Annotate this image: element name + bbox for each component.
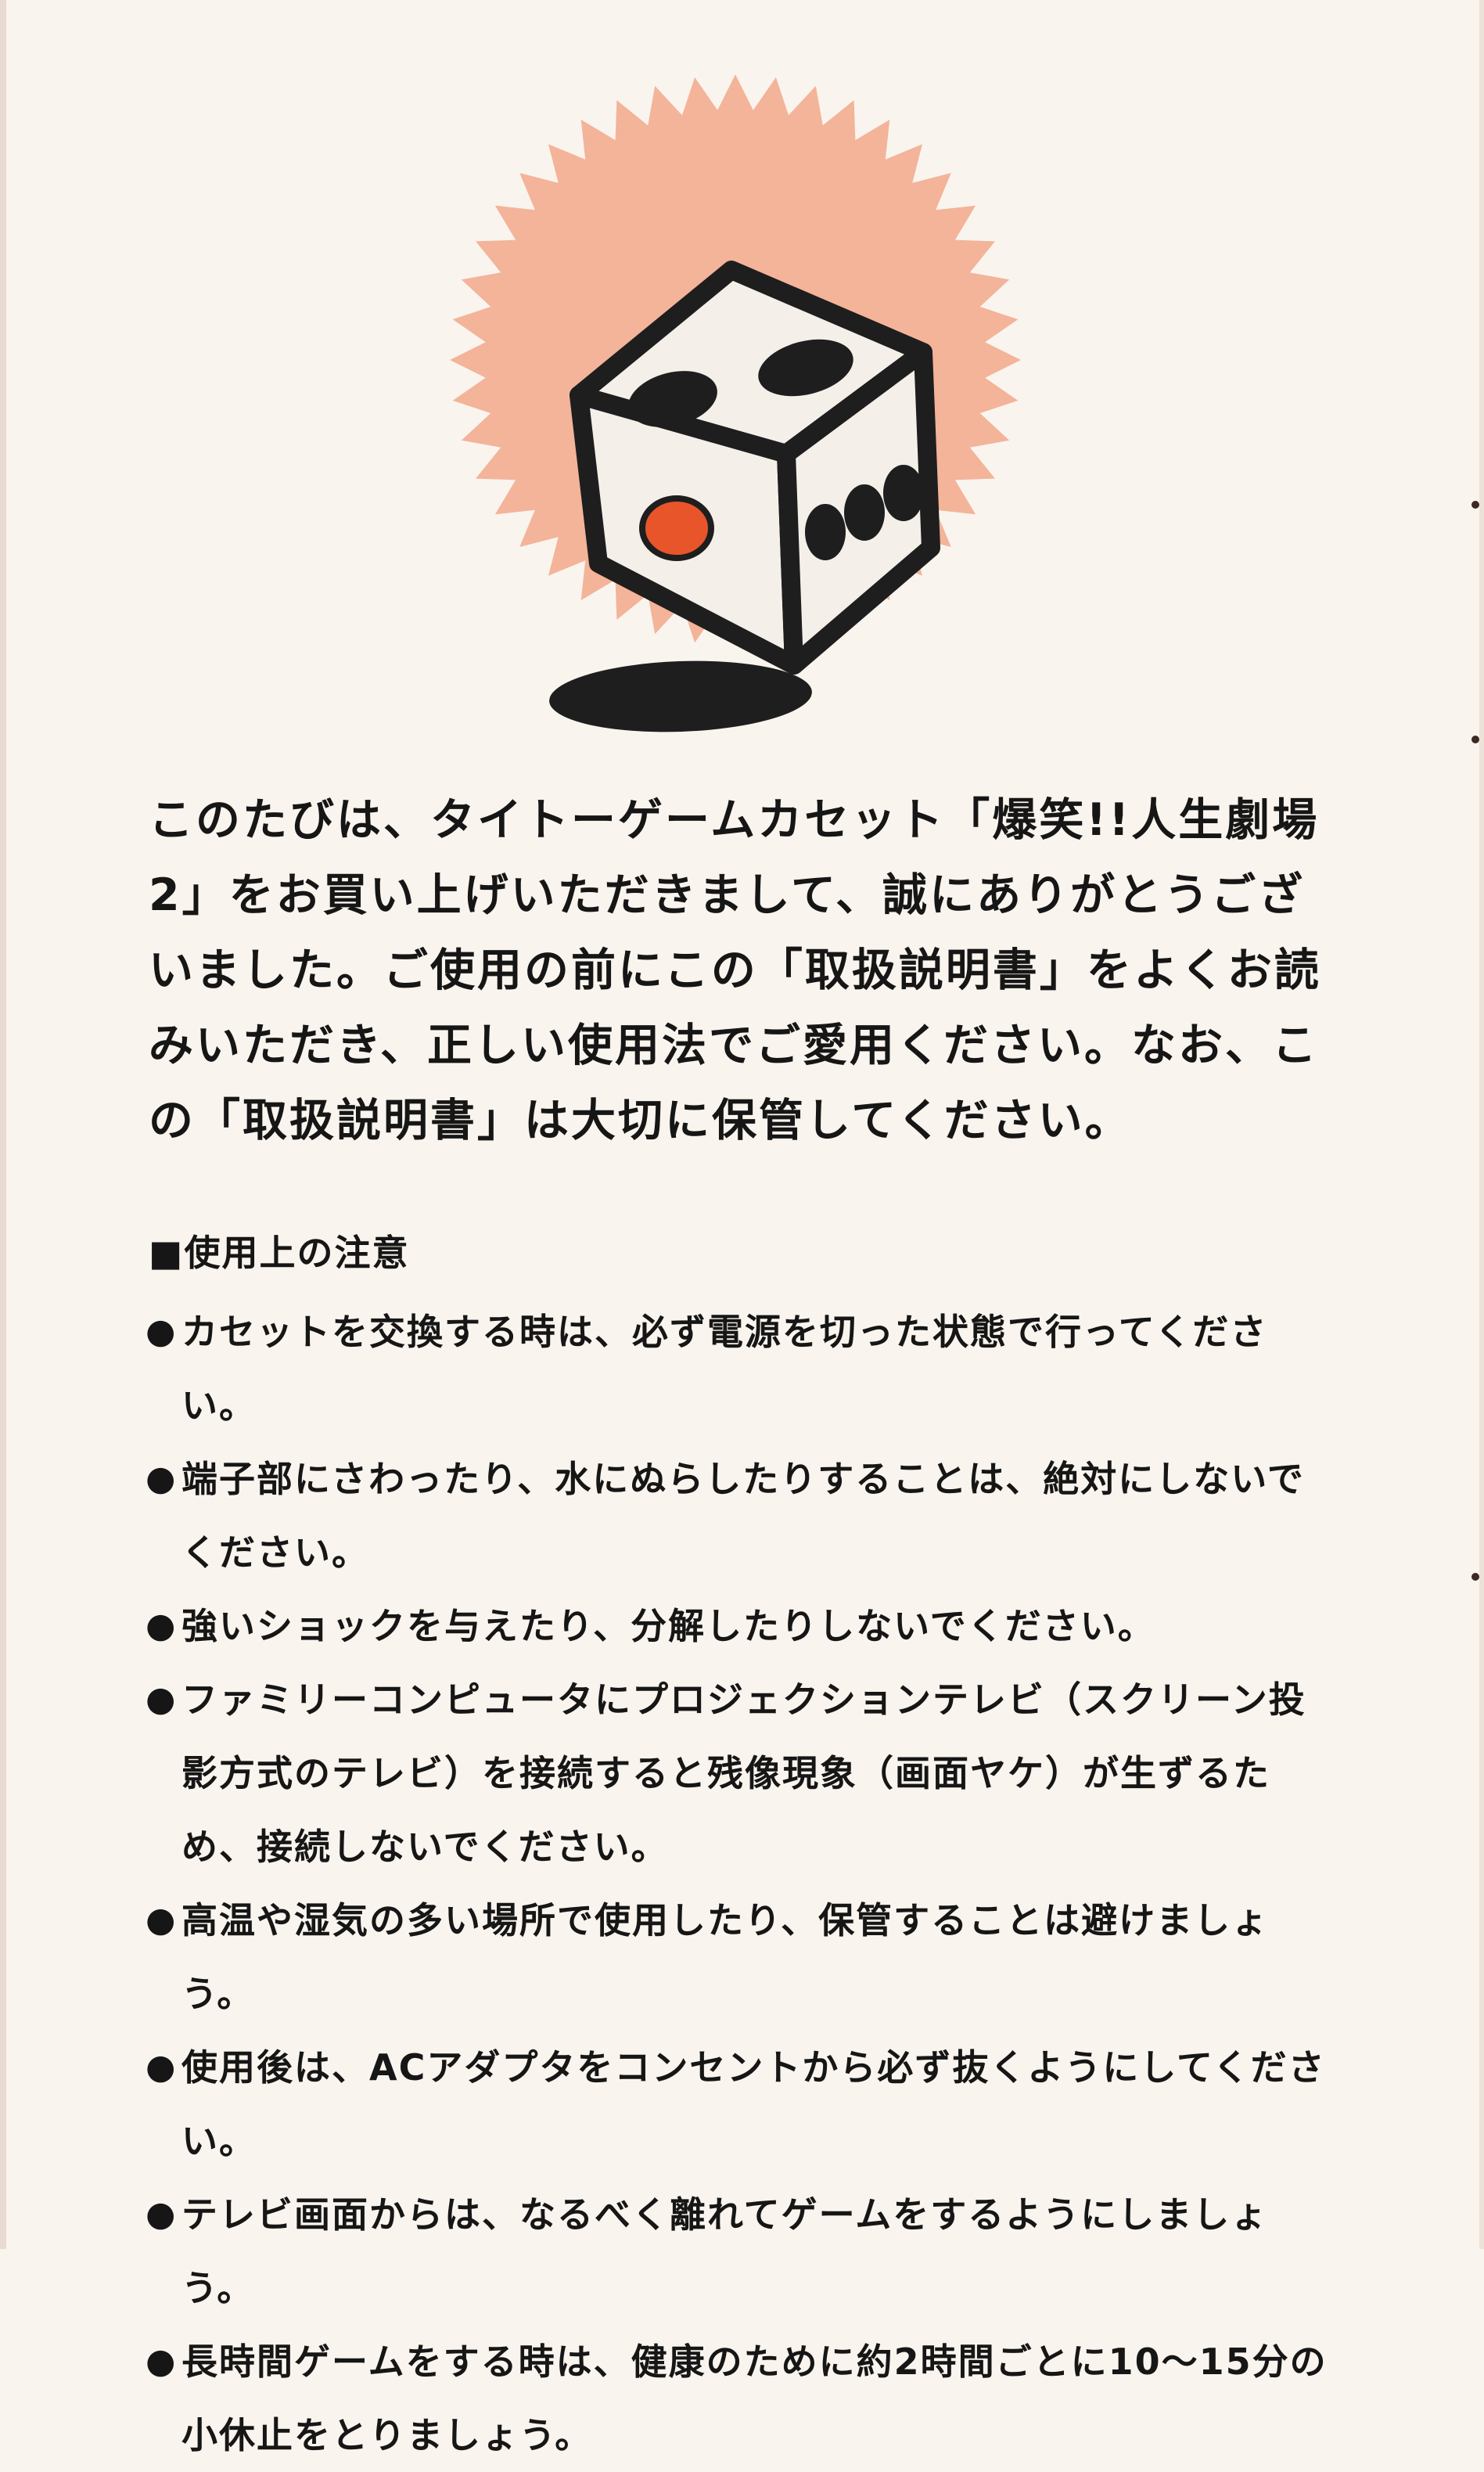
note-item: ファミリーコンピュータにプロジェクションテレビ（スクリーン投影方式のテレビ）を接… — [146, 1663, 1338, 1884]
pip-left-red — [639, 495, 714, 561]
usage-notes-list: カセットを交換する時は、必ず電源を切った状態で行ってください。 端子部にさわった… — [146, 1295, 1338, 2472]
note-item: 端子部にさわったり、水にぬらしたりすることは、絶対にしないでください。 — [146, 1442, 1338, 1589]
note-item: 強いショックを与えたり、分解したりしないでください。 — [146, 1589, 1338, 1663]
pip-right-2 — [844, 484, 885, 541]
dice-shadow — [549, 660, 812, 732]
pip-right-3 — [883, 465, 924, 521]
dice-illustration — [450, 74, 1021, 732]
note-item: 使用後は、ACアダプタをコンセントから必ず抜くようにしてください。 — [146, 2031, 1338, 2178]
intro-paragraph: このたびは、タイトーゲームカセット「爆笑!!人生劇場2」をお買い上げいただきまし… — [149, 794, 1321, 1146]
staple-mark — [1471, 1573, 1479, 1581]
note-item: 長時間ゲームをする時は、健康のために約2時間ごとに10〜15分の小休止をとりまし… — [146, 2325, 1338, 2472]
staple-mark — [1471, 501, 1479, 509]
note-item: カセットを交換する時は、必ず電源を切った状態で行ってください。 — [146, 1295, 1338, 1442]
note-item: 高温や湿気の多い場所で使用したり、保管することは避けましょう。 — [146, 1884, 1338, 2031]
pip-right-1 — [805, 504, 846, 560]
staple-mark — [1471, 736, 1479, 743]
note-item: テレビ画面からは、なるべく離れてゲームをするようにしましょう。 — [146, 2178, 1338, 2325]
usage-notes-title: ■使用上の注意 — [149, 1232, 410, 1274]
